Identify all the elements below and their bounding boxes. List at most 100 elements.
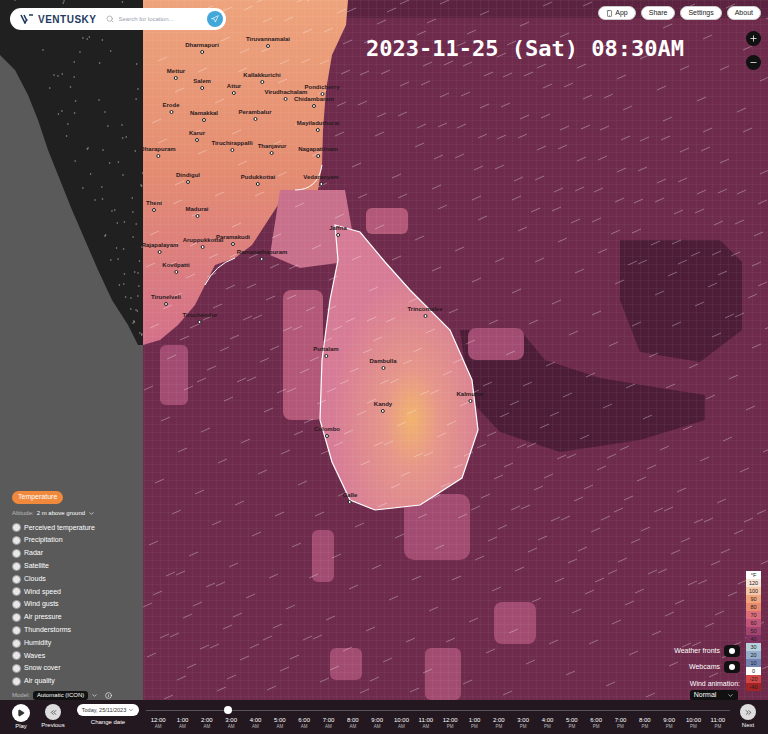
layer-item[interactable]: Humidity [12, 637, 112, 650]
city-marker[interactable]: Kalmunai [456, 391, 483, 403]
city-marker[interactable]: Theni [146, 200, 162, 212]
next-button[interactable]: Next [736, 704, 760, 730]
city-marker[interactable]: Trincomalee [407, 306, 442, 318]
city-marker[interactable]: Karur [189, 130, 205, 142]
overlay-toggle[interactable]: Webcams [689, 661, 740, 673]
layer-item[interactable]: Clouds [12, 573, 112, 586]
city-marker[interactable]: Pudukkottai [241, 174, 275, 186]
city-marker[interactable]: Ramanathapuram [237, 249, 288, 261]
city-marker[interactable]: Dharmapuri [185, 42, 219, 54]
timeline-hour[interactable]: 3:00PM [511, 716, 535, 730]
timeline-hour[interactable]: 2:00AM [195, 716, 219, 730]
layer-item[interactable]: Air quality [12, 675, 112, 688]
timeline-hour[interactable]: 1:00PM [462, 716, 486, 730]
timeline[interactable]: 12:00AM1:00AM2:00AM3:00AM4:00AM5:00AM6:0… [146, 704, 730, 730]
city-marker[interactable]: Tiruchirappalli [211, 140, 252, 152]
city-marker[interactable]: Kovilpatti [162, 262, 189, 274]
timeline-hour[interactable]: 9:00PM [657, 716, 681, 730]
previous-button[interactable]: Previous [38, 704, 68, 730]
toggle-button[interactable] [724, 661, 740, 673]
city-marker[interactable]: Puttalam [313, 346, 338, 358]
layer-item[interactable]: Radar [12, 547, 112, 560]
timeline-hour[interactable]: 7:00PM [608, 716, 632, 730]
city-marker[interactable]: Erode [162, 102, 179, 114]
zoom-out-button[interactable] [746, 55, 761, 70]
timeline-hour[interactable]: 11:00PM [706, 716, 730, 730]
timeline-hour[interactable]: 6:00AM [292, 716, 316, 730]
layer-item[interactable]: Air pressure [12, 611, 112, 624]
layer-item-selected[interactable]: Temperature [12, 491, 63, 504]
layer-item[interactable]: Precipitation [12, 534, 112, 547]
city-marker[interactable]: Pondicherry [304, 84, 339, 96]
timeline-hour[interactable]: 6:00PM [584, 716, 608, 730]
city-marker[interactable]: Nagapattinam [298, 146, 338, 158]
altitude-select[interactable]: Altitude:2 m above ground [12, 508, 112, 520]
timeline-hour[interactable]: 12:00PM [438, 716, 462, 730]
timeline-hour[interactable]: 7:00AM [316, 716, 340, 730]
layer-item[interactable]: Thunderstorms [12, 624, 112, 637]
city-marker[interactable]: Kandy [374, 401, 392, 413]
locate-button[interactable] [207, 11, 223, 27]
top-button[interactable]: App [598, 6, 635, 20]
city-marker[interactable]: Dindigul [176, 172, 200, 184]
layer-item[interactable]: Wind speed [12, 585, 112, 598]
city-dot-icon [202, 118, 206, 122]
layer-item[interactable]: Wind gusts [12, 598, 112, 611]
play-button[interactable]: Play [10, 704, 32, 731]
city-marker[interactable]: Madurai [185, 206, 208, 218]
city-marker[interactable]: Galle [343, 492, 358, 504]
city-marker[interactable]: Mayiladuthurai [297, 120, 339, 132]
city-marker[interactable]: Rajapalayam [142, 242, 179, 254]
timeline-hour[interactable]: 3:00AM [219, 716, 243, 730]
timeline-handle[interactable] [224, 706, 232, 714]
timeline-hour[interactable]: 11:00AM [414, 716, 438, 730]
timeline-hour[interactable]: 5:00AM [268, 716, 292, 730]
city-marker[interactable]: Thanjavur [258, 143, 287, 155]
city-marker[interactable]: Jaffna [329, 225, 347, 237]
timeline-hour[interactable]: 4:00PM [535, 716, 559, 730]
city-marker[interactable]: Salem [193, 78, 211, 90]
timeline-hour[interactable]: 4:00AM [243, 716, 267, 730]
city-marker[interactable]: Dharapuram [140, 146, 175, 158]
timeline-hour[interactable]: 1:00AM [170, 716, 194, 730]
top-button[interactable]: Settings [680, 6, 721, 20]
city-marker[interactable]: Tirunelveli [151, 294, 181, 306]
city-marker[interactable]: Tiruvannamalai [246, 36, 290, 48]
city-marker[interactable]: Chidambaram [294, 96, 334, 108]
city-marker[interactable]: Perambalur [238, 109, 271, 121]
city-marker[interactable]: Kallakkurichi [243, 72, 280, 84]
timeline-hour[interactable]: 10:00PM [681, 716, 705, 730]
city-marker[interactable]: Attur [227, 83, 241, 95]
layer-item[interactable]: Satellite [12, 560, 112, 573]
city-marker[interactable]: Tiruchendur [183, 312, 218, 324]
layer-item[interactable]: Waves [12, 649, 112, 662]
layer-item[interactable]: Perceived temperature [12, 522, 112, 535]
city-marker[interactable]: Namakkal [190, 110, 218, 122]
city-marker[interactable]: Mettur [167, 68, 185, 80]
timeline-hour[interactable]: 10:00AM [389, 716, 413, 730]
city-marker[interactable]: Dambulla [369, 358, 396, 370]
timeline-hour[interactable]: 9:00AM [365, 716, 389, 730]
overlay-toggle[interactable]: Weather fronts [674, 645, 740, 657]
top-button[interactable]: Share [641, 6, 676, 20]
date-picker[interactable]: Today, 25/11/2023Change date [72, 704, 144, 728]
city-marker[interactable]: Vedaranyam [303, 174, 338, 186]
timeline-track[interactable] [146, 704, 730, 716]
zoom-in-button[interactable] [746, 31, 761, 46]
timeline-hour[interactable]: 8:00AM [341, 716, 365, 730]
timeline-hour[interactable]: 12:00AM [146, 716, 170, 730]
timeline-hour[interactable]: 5:00PM [560, 716, 584, 730]
search-input[interactable]: Search for location... [118, 15, 173, 24]
top-button[interactable]: About [727, 6, 761, 20]
legend-stop: -40 [746, 683, 761, 691]
wind-animation-select[interactable]: Normal [690, 690, 738, 701]
info-icon[interactable] [105, 692, 112, 699]
city-marker[interactable]: Paramakudi [216, 234, 250, 246]
timeline-hour[interactable]: 2:00PM [487, 716, 511, 730]
search-bar[interactable]: VENTUSKYSearch for location... [10, 8, 226, 30]
toggle-button[interactable] [724, 645, 740, 657]
city-marker[interactable]: Colombo [314, 426, 340, 438]
layer-item[interactable]: Snow cover [12, 662, 112, 675]
legend-unit[interactable]: °F [746, 571, 761, 579]
timeline-hour[interactable]: 8:00PM [633, 716, 657, 730]
